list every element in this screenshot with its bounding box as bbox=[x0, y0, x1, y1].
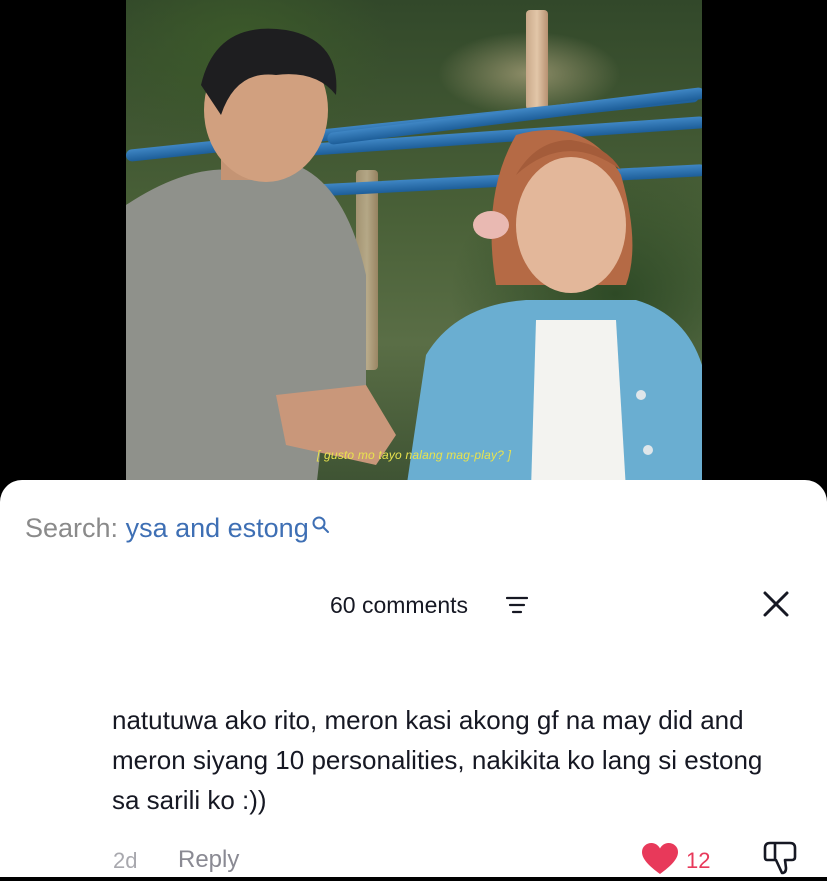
comments-count: 60 comments bbox=[330, 592, 469, 618]
close-icon[interactable] bbox=[760, 588, 792, 620]
like-count: 12 bbox=[686, 848, 711, 873]
man-figure bbox=[126, 28, 396, 490]
search-icon[interactable] bbox=[311, 511, 331, 542]
comment-time: 2d bbox=[113, 848, 138, 873]
background-pillar bbox=[526, 10, 548, 110]
video-subtitle: [ gusto mo tayo nalang mag-play? ] bbox=[316, 448, 512, 462]
filter-icon[interactable] bbox=[505, 595, 529, 620]
dislike-icon[interactable] bbox=[762, 840, 798, 881]
comments-sheet: Search: ysa and estong 60 comments natut… bbox=[0, 480, 827, 877]
search-label: Search: bbox=[25, 513, 119, 543]
search-query[interactable]: ysa and estong bbox=[126, 513, 309, 543]
video-player[interactable]: [ gusto mo tayo nalang mag-play? ] bbox=[126, 0, 702, 490]
comment-text: natutuwa ako rito, meron kasi akong gf n… bbox=[112, 705, 763, 815]
reply-button[interactable]: Reply bbox=[178, 846, 239, 874]
search-suggestion[interactable]: Search: ysa and estong bbox=[25, 513, 331, 544]
heart-icon[interactable] bbox=[641, 842, 679, 881]
woman-figure bbox=[406, 130, 702, 490]
